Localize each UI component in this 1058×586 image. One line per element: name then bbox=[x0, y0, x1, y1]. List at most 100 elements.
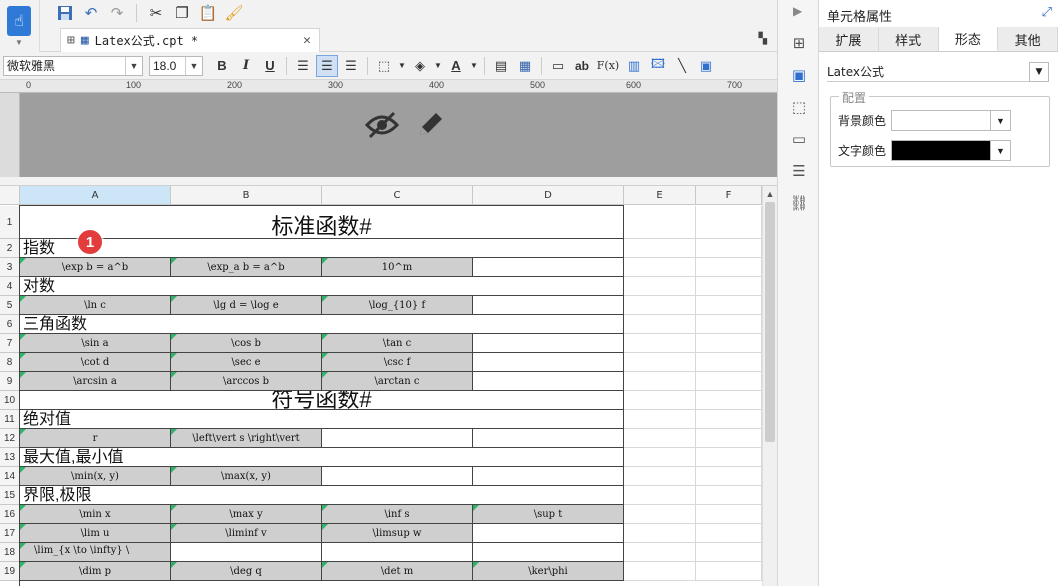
column-header-f[interactable]: F bbox=[696, 186, 762, 205]
latex-formula-cell[interactable]: \left\vert s \right\vert bbox=[171, 429, 322, 448]
form-type-select[interactable]: Latex公式 ▼ bbox=[827, 62, 1049, 82]
table-cell[interactable] bbox=[696, 353, 762, 372]
row-header[interactable]: 2 bbox=[0, 239, 20, 258]
table-cell[interactable] bbox=[473, 372, 624, 391]
table-cell[interactable] bbox=[696, 391, 762, 410]
slash-line-icon[interactable]: ╲ bbox=[671, 55, 693, 77]
latex-formula-cell[interactable]: r bbox=[20, 429, 171, 448]
latex-formula-cell[interactable]: \arcsin a bbox=[20, 372, 171, 391]
table-cell[interactable] bbox=[696, 296, 762, 315]
image-icon[interactable]: 🖾 bbox=[647, 55, 669, 77]
chevron-down-icon[interactable]: ▼ bbox=[990, 110, 1011, 131]
column-header-b[interactable]: B bbox=[171, 186, 322, 205]
table-cell[interactable] bbox=[696, 524, 762, 543]
latex-formula-cell[interactable]: \arccos b bbox=[171, 372, 322, 391]
latex-formula-cell[interactable]: \sup t bbox=[473, 505, 624, 524]
table-cell[interactable] bbox=[696, 239, 762, 258]
table-cell[interactable] bbox=[696, 486, 762, 505]
latex-formula-cell[interactable]: \min(x, y) bbox=[20, 467, 171, 486]
table-cell[interactable] bbox=[696, 505, 762, 524]
copy-icon[interactable]: ❐ bbox=[171, 3, 193, 23]
column-header-c[interactable]: C bbox=[322, 186, 473, 205]
table-cell[interactable] bbox=[696, 562, 762, 581]
latex-formula-cell[interactable]: \exp b = a^b bbox=[20, 258, 171, 277]
row-header[interactable]: 19 bbox=[0, 562, 20, 581]
save-icon[interactable] bbox=[54, 3, 76, 23]
table-cell[interactable] bbox=[624, 315, 696, 334]
border-icon[interactable]: ⬚ bbox=[373, 55, 395, 77]
row-header[interactable]: 15 bbox=[0, 486, 20, 505]
table-cell[interactable] bbox=[473, 258, 624, 277]
tab-form[interactable]: 形态 bbox=[938, 27, 999, 51]
chevron-right-icon[interactable]: ▶ bbox=[793, 4, 802, 18]
scrollbar-thumb[interactable] bbox=[765, 202, 775, 442]
sub-report-icon[interactable]: ▣ bbox=[695, 55, 717, 77]
latex-formula-cell[interactable]: \lg d = \log e bbox=[171, 296, 322, 315]
row-header[interactable]: 16 bbox=[0, 505, 20, 524]
table-cell[interactable] bbox=[322, 429, 473, 448]
latex-formula-cell[interactable]: \tan c bbox=[322, 334, 473, 353]
redo-icon[interactable]: ↷ bbox=[106, 3, 128, 23]
tab-list-icon[interactable]: ▚ bbox=[759, 32, 767, 45]
table-cell[interactable] bbox=[624, 562, 696, 581]
latex-formula-cell[interactable]: \liminf v bbox=[171, 524, 322, 543]
latex-formula-cell[interactable]: \csc f bbox=[322, 353, 473, 372]
latex-formula-cell[interactable]: \arctan c bbox=[322, 372, 473, 391]
table-cell[interactable] bbox=[473, 334, 624, 353]
table-cell[interactable] bbox=[473, 543, 624, 562]
row-header[interactable]: 8 bbox=[0, 353, 20, 372]
underline-button[interactable]: U bbox=[259, 55, 281, 77]
row-header[interactable]: 5 bbox=[0, 296, 20, 315]
fill-color-icon[interactable]: ◈ bbox=[409, 55, 431, 77]
spreadsheet-grid[interactable]: A B C D E F 1 标准函数# 2 指数 3 \exp b = a^b \exp_a… bbox=[0, 186, 777, 586]
eye-slash-icon[interactable] bbox=[364, 111, 400, 139]
chart-icon[interactable]: ▥ bbox=[623, 55, 645, 77]
row-header[interactable]: 11 bbox=[0, 410, 20, 429]
section-heading-cell[interactable]: 界限,极限 bbox=[20, 486, 624, 505]
latex-formula-cell[interactable]: \ln c bbox=[20, 296, 171, 315]
table-cell[interactable] bbox=[322, 467, 473, 486]
chevron-down-icon[interactable]: ▼ bbox=[469, 55, 479, 77]
latex-formula-cell[interactable]: \cos b bbox=[171, 334, 322, 353]
latex-formula-cell[interactable]: \log_{10} f bbox=[322, 296, 473, 315]
row-header[interactable]: 1 bbox=[0, 206, 20, 239]
chevron-down-icon[interactable]: ▼ bbox=[1029, 62, 1049, 82]
latex-formula-cell[interactable]: \limsup w bbox=[322, 524, 473, 543]
row-header[interactable]: 14 bbox=[0, 467, 20, 486]
table-cell[interactable] bbox=[696, 334, 762, 353]
textbox-icon[interactable]: ▭ bbox=[547, 55, 569, 77]
row-header[interactable]: 6 bbox=[0, 315, 20, 334]
table-cell[interactable] bbox=[473, 296, 624, 315]
table-cell[interactable] bbox=[473, 467, 624, 486]
chevron-down-icon[interactable]: ▼ bbox=[990, 140, 1011, 161]
column-header-d[interactable]: D bbox=[473, 186, 624, 205]
table-cell[interactable] bbox=[624, 486, 696, 505]
table-cell[interactable] bbox=[624, 334, 696, 353]
format-painter-icon[interactable]: 🖌 bbox=[223, 3, 245, 23]
chevron-up-icon[interactable]: ▲ bbox=[763, 188, 777, 200]
section-heading-cell[interactable]: 对数 bbox=[20, 277, 624, 296]
latex-formula-cell[interactable]: \deg q bbox=[171, 562, 322, 581]
table-cell[interactable] bbox=[624, 448, 696, 467]
font-size-select[interactable]: 18.0 ▼ bbox=[149, 55, 203, 76]
chevron-down-icon[interactable]: ▼ bbox=[15, 38, 23, 47]
formula-icon[interactable]: F(x) bbox=[595, 55, 621, 77]
table-cell[interactable] bbox=[624, 429, 696, 448]
text-icon[interactable]: ab bbox=[571, 55, 593, 77]
section-heading-cell[interactable]: 三角函数 bbox=[20, 315, 624, 334]
table-cell[interactable] bbox=[696, 372, 762, 391]
align-left-icon[interactable]: ☰ bbox=[292, 55, 314, 77]
widget-icon[interactable]: ▭ bbox=[788, 128, 810, 150]
align-right-icon[interactable]: ☰ bbox=[340, 55, 362, 77]
pin-icon[interactable]: ⤢ bbox=[1042, 4, 1052, 20]
section-heading-cell[interactable]: 最大值,最小值 bbox=[20, 448, 624, 467]
latex-formula-cell[interactable]: \exp_a b = a^b bbox=[171, 258, 322, 277]
row-header[interactable]: 12 bbox=[0, 429, 20, 448]
table-cell[interactable] bbox=[473, 353, 624, 372]
table-cell[interactable] bbox=[624, 353, 696, 372]
header-design-area[interactable] bbox=[20, 93, 777, 177]
cut-icon[interactable]: ✂ bbox=[145, 3, 167, 23]
report-structure-icon[interactable]: ⊞ bbox=[788, 32, 810, 54]
table-cell[interactable] bbox=[696, 258, 762, 277]
latex-formula-cell[interactable]: 10^m bbox=[322, 258, 473, 277]
